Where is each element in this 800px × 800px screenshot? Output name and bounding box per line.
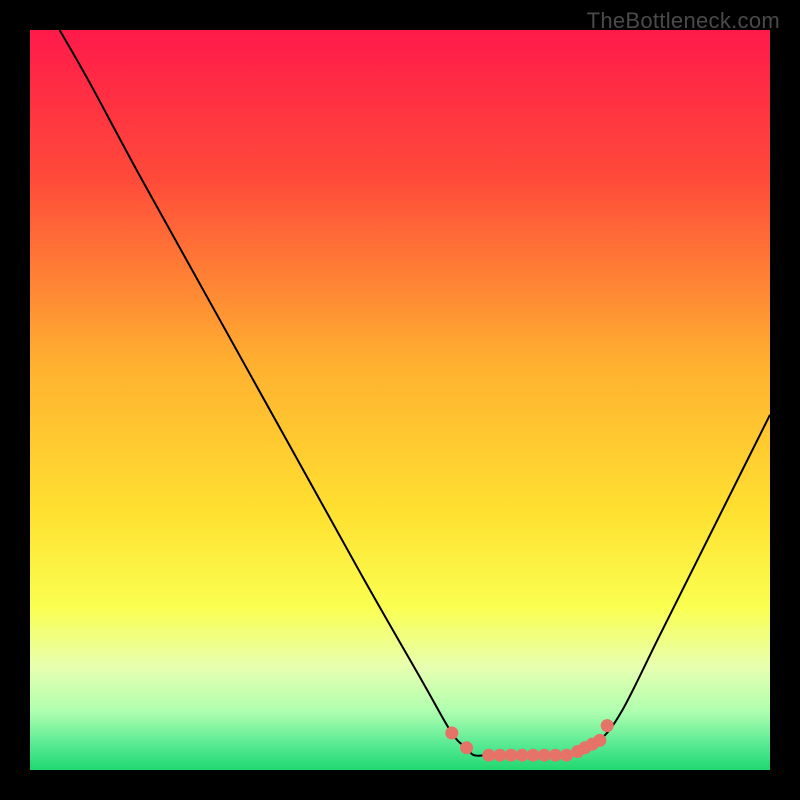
chart-container: TheBottleneck.com — [0, 0, 800, 800]
plot-area — [30, 30, 770, 770]
chart-svg — [30, 30, 770, 770]
gradient-background — [30, 30, 770, 770]
